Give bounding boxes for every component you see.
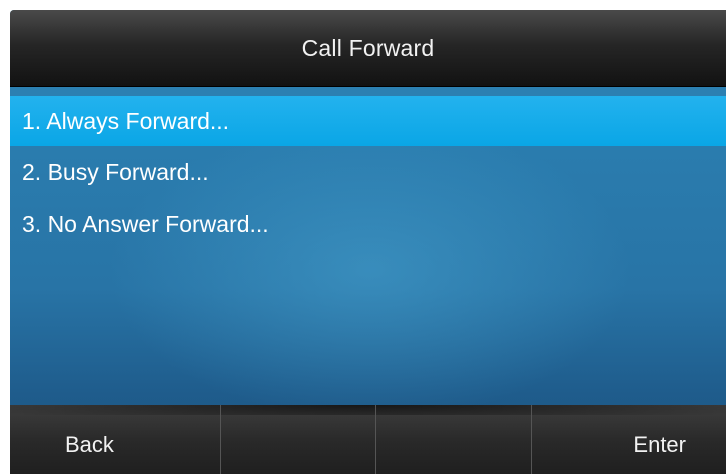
enter-softkey[interactable]: Enter — [530, 405, 726, 474]
softkey-2[interactable] — [219, 405, 376, 474]
softkey-bar: Back Enter — [10, 405, 726, 474]
title-bar: Call Forward — [10, 10, 726, 87]
phone-screen: Call Forward 1. Always Forward... 2. Bus… — [10, 10, 726, 474]
menu-item-no-answer-forward[interactable]: 3. No Answer Forward... — [10, 198, 726, 250]
menu-item-always-forward[interactable]: 1. Always Forward... — [10, 96, 726, 146]
menu-item-label: 1. Always Forward... — [22, 108, 230, 134]
back-softkey[interactable]: Back — [10, 405, 220, 474]
screen-title: Call Forward — [301, 34, 435, 61]
menu-item-label: 3. No Answer Forward... — [22, 211, 269, 237]
back-softkey-label: Back — [65, 432, 114, 457]
enter-softkey-label: Enter — [633, 432, 686, 457]
menu-item-label: 2. Busy Forward... — [22, 159, 209, 185]
softkey-3[interactable] — [375, 405, 531, 474]
menu-item-busy-forward[interactable]: 2. Busy Forward... — [10, 146, 726, 198]
call-forward-menu: 1. Always Forward... 2. Busy Forward... … — [10, 96, 726, 250]
